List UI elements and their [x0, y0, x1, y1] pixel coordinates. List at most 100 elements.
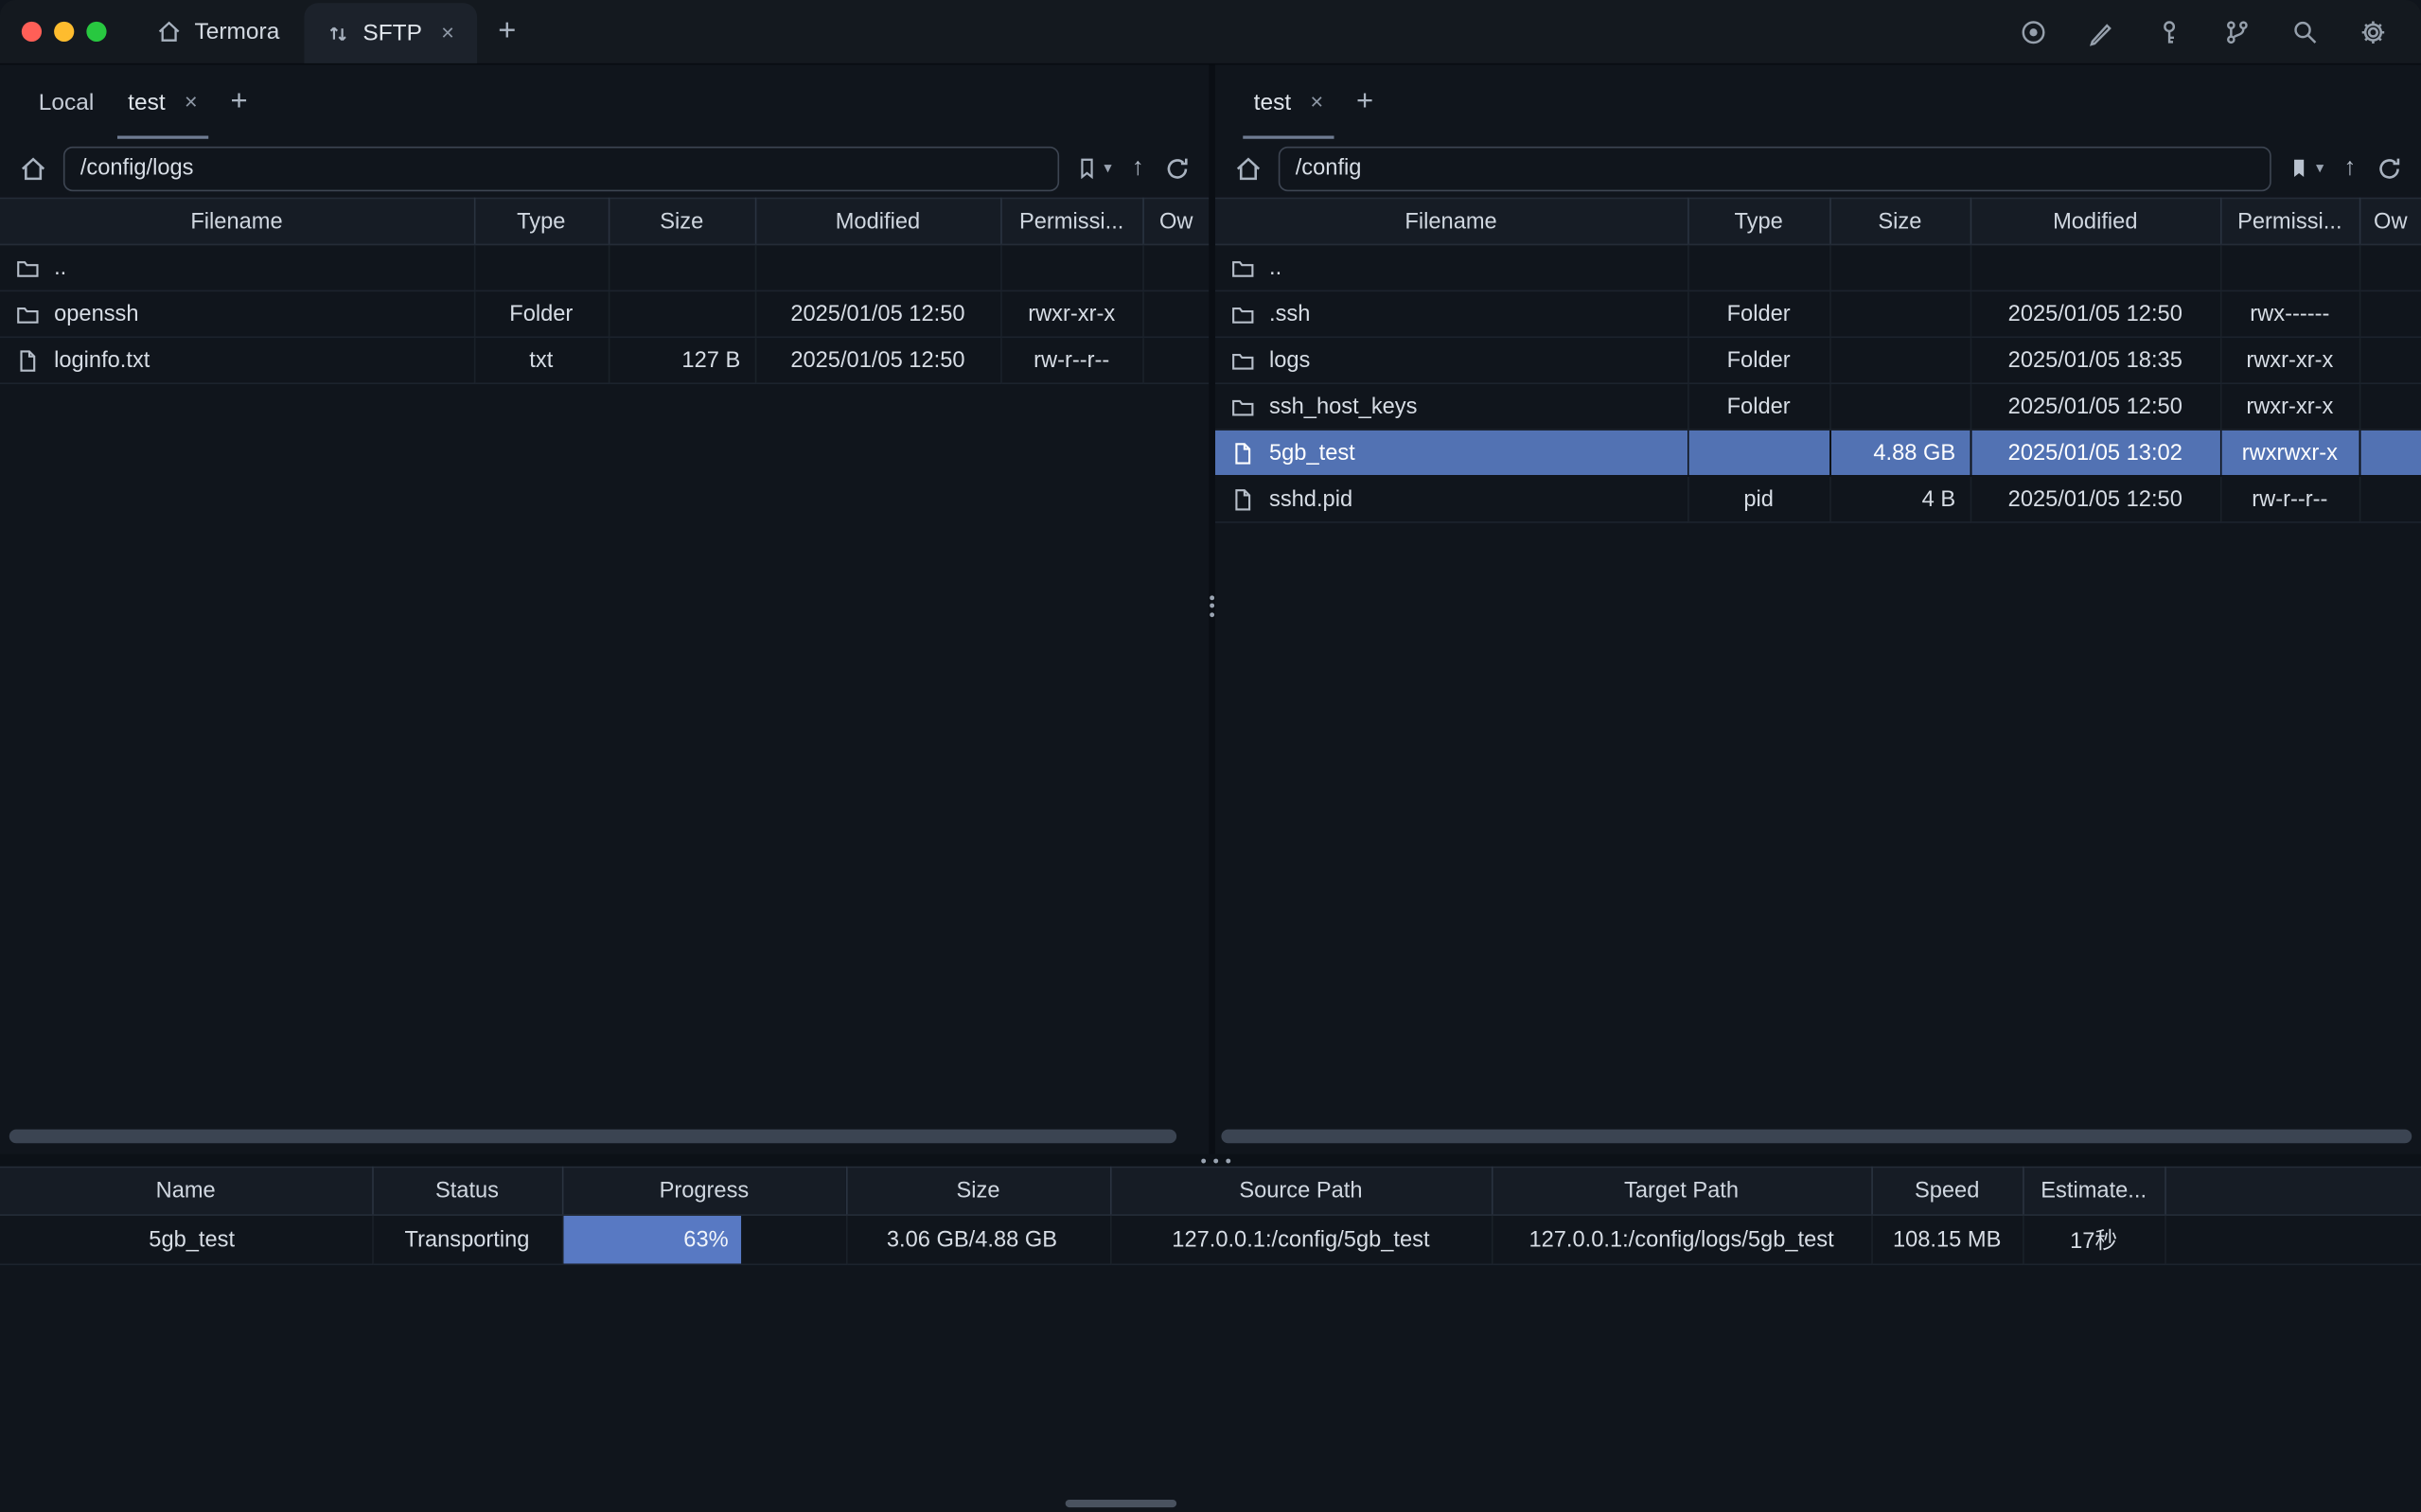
tab-test-left[interactable]: test ✕ — [111, 64, 215, 138]
record-icon[interactable] — [2020, 18, 2047, 45]
cell-modified: 2025/01/05 12:50 — [755, 290, 1000, 337]
bookmark-filled-icon — [2287, 156, 2311, 181]
cell-permissions: rwxrwxr-x — [2220, 430, 2359, 476]
close-icon[interactable]: ✕ — [184, 92, 198, 112]
cell-filler — [2165, 1215, 2421, 1264]
file-row-logs[interactable]: logs Folder 2025/01/05 18:35 rwxr-xr-x — [1215, 337, 2421, 383]
chevron-down-icon[interactable]: ▾ — [1104, 160, 1111, 177]
column-type[interactable]: Type — [1688, 199, 1829, 245]
refresh-icon[interactable] — [2377, 155, 2403, 182]
cell-permissions — [1000, 244, 1142, 290]
chevron-down-icon[interactable]: ▾ — [2316, 160, 2324, 177]
file-row-ssh[interactable]: .ssh Folder 2025/01/05 12:50 rwx------ — [1215, 290, 2421, 337]
cell-size — [609, 244, 755, 290]
folder-icon — [1230, 348, 1255, 373]
column-filename[interactable]: Filename — [1215, 199, 1688, 245]
file-row-ssh-host-keys[interactable]: ssh_host_keys Folder 2025/01/05 12:50 rw… — [1215, 383, 2421, 430]
column-speed[interactable]: Speed — [1871, 1168, 2023, 1216]
column-progress[interactable]: Progress — [562, 1168, 846, 1216]
parent-directory-button[interactable]: ↑ — [2343, 156, 2356, 181]
cell-type — [1688, 244, 1829, 290]
bottom-horizontal-scrollbar[interactable] — [1066, 1500, 1176, 1507]
close-window-button[interactable] — [22, 22, 42, 42]
column-modified[interactable]: Modified — [755, 199, 1000, 245]
column-size[interactable]: Size — [1829, 199, 1970, 245]
key-icon[interactable] — [2155, 18, 2182, 45]
transfer-row[interactable]: 5gb_test Transporting 63% 3.06 GB/4.88 G… — [0, 1215, 2421, 1264]
column-target-path[interactable]: Target Path — [1492, 1168, 1871, 1216]
left-horizontal-scrollbar[interactable] — [9, 1130, 1176, 1144]
tab-test-label: test — [1254, 89, 1291, 115]
cell-type: Folder — [1688, 383, 1829, 430]
column-name[interactable]: Name — [0, 1168, 372, 1216]
tab-local-label: Local — [39, 89, 95, 115]
transfer-splitter[interactable] — [0, 1154, 2421, 1167]
app-home-tab[interactable]: Termora — [132, 0, 305, 63]
cell-modified: 2025/01/05 12:50 — [1970, 383, 2220, 430]
column-size[interactable]: Size — [846, 1168, 1110, 1216]
right-new-tab-button[interactable]: + — [1341, 64, 1389, 138]
file-row-parent[interactable]: .. — [1215, 244, 2421, 290]
cell-type: Folder — [1688, 290, 1829, 337]
transfer-panel: Name Status Progress Size Source Path Ta… — [0, 1167, 2421, 1512]
tab-local[interactable]: Local — [22, 64, 111, 138]
close-icon[interactable]: ✕ — [1310, 92, 1324, 112]
right-path-input[interactable] — [1279, 146, 2271, 190]
cell-owner — [2359, 383, 2421, 430]
edit-icon[interactable] — [2088, 18, 2115, 45]
column-filename[interactable]: Filename — [0, 199, 474, 245]
cell-permissions: rwxr-xr-x — [2220, 383, 2359, 430]
file-row-loginfo[interactable]: loginfo.txt txt 127 B 2025/01/05 12:50 r… — [0, 337, 1209, 383]
file-row-parent[interactable]: .. — [0, 244, 1209, 290]
home-icon[interactable] — [19, 153, 48, 183]
column-modified[interactable]: Modified — [1970, 199, 2220, 245]
tab-test-right[interactable]: test ✕ — [1237, 64, 1341, 138]
home-icon[interactable] — [1233, 153, 1263, 183]
column-owner[interactable]: Ow — [1142, 199, 1209, 245]
filename: logs — [1269, 348, 1310, 373]
column-source-path[interactable]: Source Path — [1110, 1168, 1492, 1216]
cell-size — [1829, 383, 1970, 430]
bookmark-control[interactable]: ▾ — [1074, 156, 1111, 181]
left-path-input[interactable] — [63, 146, 1059, 190]
divider-drag-handle[interactable] — [1210, 591, 1214, 621]
branch-icon[interactable] — [2223, 18, 2251, 45]
cell-permissions: rwx------ — [2220, 290, 2359, 337]
file-row-5gb-test-selected[interactable]: 5gb_test 4.88 GB 2025/01/05 13:02 rwxrwx… — [1215, 430, 2421, 476]
tab-sftp[interactable]: SFTP ✕ — [304, 3, 476, 63]
settings-gear-icon[interactable] — [2359, 18, 2387, 45]
minimize-window-button[interactable] — [54, 22, 74, 42]
file-row-sshd-pid[interactable]: sshd.pid pid 4 B 2025/01/05 12:50 rw-r--… — [1215, 476, 2421, 522]
search-icon[interactable] — [2291, 18, 2319, 45]
filename: ssh_host_keys — [1269, 395, 1417, 419]
cell-modified — [755, 244, 1000, 290]
cell-type: Folder — [474, 290, 609, 337]
cell-modified: 2025/01/05 12:50 — [1970, 290, 2220, 337]
left-pane-tabs: Local test ✕ + — [0, 64, 1209, 138]
parent-directory-button[interactable]: ↑ — [1132, 156, 1144, 181]
file-row-openssh[interactable]: openssh Folder 2025/01/05 12:50 rwxr-xr-… — [0, 290, 1209, 337]
cell-modified: 2025/01/05 13:02 — [1970, 430, 2220, 476]
cell-status: Transporting — [372, 1215, 562, 1264]
bookmark-control[interactable]: ▾ — [2287, 156, 2324, 181]
remote-pane: test ✕ + ▾ ↑ — [1215, 64, 2421, 1153]
refresh-icon[interactable] — [1164, 155, 1191, 182]
cell-owner — [1142, 337, 1209, 383]
column-owner[interactable]: Ow — [2359, 199, 2421, 245]
maximize-window-button[interactable] — [86, 22, 106, 42]
close-icon[interactable]: ✕ — [441, 23, 455, 43]
column-status[interactable]: Status — [372, 1168, 562, 1216]
cell-type: Folder — [1688, 337, 1829, 383]
new-window-tab-button[interactable]: + — [476, 0, 538, 63]
column-estimate[interactable]: Estimate... — [2023, 1168, 2165, 1216]
column-filler — [2165, 1168, 2421, 1216]
right-table-header: Filename Type Size Modified Permissi... … — [1215, 199, 2421, 245]
file-icon — [1230, 441, 1255, 466]
right-horizontal-scrollbar[interactable] — [1221, 1130, 2412, 1144]
column-size[interactable]: Size — [609, 199, 755, 245]
column-type[interactable]: Type — [474, 199, 609, 245]
left-new-tab-button[interactable]: + — [215, 64, 263, 138]
column-permissions[interactable]: Permissi... — [2220, 199, 2359, 245]
column-permissions[interactable]: Permissi... — [1000, 199, 1142, 245]
cell-type: txt — [474, 337, 609, 383]
